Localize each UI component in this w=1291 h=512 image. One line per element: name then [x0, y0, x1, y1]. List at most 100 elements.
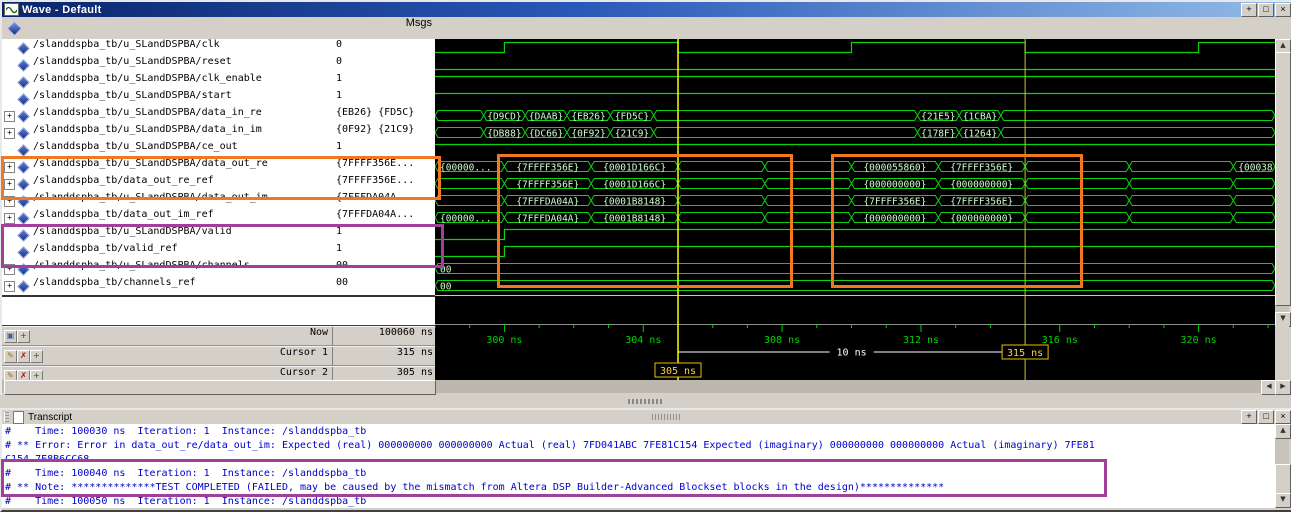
vertical-scrollbar-thumb[interactable] [1275, 52, 1291, 306]
transcript-line: # Time: 100050 ns Iteration: 1 Instance:… [5, 496, 367, 507]
titlebar-grip-icon[interactable] [4, 412, 9, 422]
cursor-2-time-box[interactable]: 305 ns [654, 362, 702, 378]
signal-row[interactable]: /slanddspba_tb/u_SLandDSPBA/clk [2, 39, 332, 56]
maximize-icon[interactable]: □ [1258, 2, 1274, 17]
wave-window: Wave - Default + □ × Msgs /slanddspba_tb… [0, 0, 1291, 399]
msgs-column-header: Msgs [405, 17, 432, 29]
transcript-window: Transcript + □ × # Time: 100030 ns Itera… [0, 408, 1291, 512]
bus-trace [435, 178, 505, 189]
expand-icon[interactable]: + [4, 179, 15, 190]
horizontal-scrollbar-thumb[interactable] [4, 380, 436, 395]
signal-name: /slanddspba_tb/u_SLandDSPBA/ce_out [33, 141, 238, 152]
scroll-down-arrow-icon[interactable]: ▼ [1275, 493, 1291, 508]
close-icon[interactable]: × [1275, 410, 1291, 424]
expand-icon[interactable]: + [4, 264, 15, 275]
bus-trace [653, 110, 919, 121]
bus-trace [435, 127, 485, 138]
dock-icon[interactable]: + [1241, 410, 1257, 424]
signal-value: 00 [336, 277, 349, 288]
maximize-icon[interactable]: □ [1258, 410, 1274, 424]
wave-titlebar[interactable]: Wave - Default + □ × [2, 2, 1291, 17]
signal-row[interactable]: + /slanddspba_tb/u_SLandDSPBA/data_out_im [2, 192, 332, 209]
bus-trace [1000, 127, 1275, 138]
bus-trace [1024, 178, 1130, 189]
signal-value: {7FFFF356E... [336, 175, 415, 186]
signal-row[interactable]: /slanddspba_tb/valid_ref [2, 243, 332, 260]
bus-trace [764, 178, 853, 189]
bus-trace [1128, 161, 1234, 172]
bus-value-label: {00038... [1238, 163, 1275, 174]
wave-cursor-tool-icon[interactable] [6, 20, 23, 37]
modelsim-screen: Wave - Default + □ × Msgs /slanddspba_tb… [0, 0, 1291, 512]
signal-icon [17, 110, 30, 123]
splitter-grip-icon[interactable] [628, 399, 662, 404]
bus-value-label: {DAAB} [529, 112, 563, 123]
signal-value: 00 [336, 260, 349, 271]
signal-row[interactable]: + /slanddspba_tb/channels_ref [2, 277, 332, 294]
ruler-time-label: 300 ns [486, 335, 522, 346]
signal-row[interactable]: + /slanddspba_tb/u_SLandDSPBA/data_in_re [2, 107, 332, 124]
signal-name: /slanddspba_tb/u_SLandDSPBA/channels [33, 260, 250, 271]
window-splitter[interactable] [0, 395, 1291, 408]
signal-row[interactable]: /slanddspba_tb/u_SLandDSPBA/ce_out [2, 141, 332, 158]
expand-icon[interactable]: + [4, 111, 15, 122]
signal-row[interactable]: + /slanddspba_tb/data_out_im_ref [2, 209, 332, 226]
expand-icon[interactable]: + [4, 213, 15, 224]
bus-trace [435, 263, 1275, 274]
bus-value-label: {EB26} [571, 112, 605, 123]
signal-row[interactable]: + /slanddspba_tb/u_SLandDSPBA/channels [2, 260, 332, 277]
signal-name: /slanddspba_tb/valid_ref [33, 243, 178, 254]
close-icon[interactable]: × [1275, 2, 1291, 17]
signal-row[interactable]: /slanddspba_tb/u_SLandDSPBA/start [2, 90, 332, 107]
bus-value-label: {7FFFF356E} [863, 197, 926, 208]
ruler-time-label: 312 ns [903, 335, 939, 346]
signal-row[interactable]: /slanddspba_tb/u_SLandDSPBA/clk_enable [2, 73, 332, 90]
signal-names-pane[interactable]: /slanddspba_tb/u_SLandDSPBA/clk/slanddsp… [2, 39, 333, 325]
signal-row[interactable]: + /slanddspba_tb/data_out_re_ref [2, 175, 332, 192]
cursor-row-value: 315 ns [332, 347, 436, 365]
signal-icon [17, 178, 30, 191]
transcript-line: # Time: 100030 ns Iteration: 1 Instance:… [5, 426, 367, 437]
scroll-right-arrow-icon[interactable]: ▶ [1275, 380, 1291, 395]
signal-list-end-divider [2, 295, 435, 297]
cursor-1-time-box[interactable]: 315 ns [1001, 344, 1049, 360]
signal-name: /slanddspba_tb/u_SLandDSPBA/reset [33, 56, 232, 67]
waveform-pane[interactable]: {D9CD} {DAAB} {EB26} {FD5C} {21E5} {1CBA} {DB8… [435, 39, 1275, 380]
transcript-line: # ** Error: Error in data_out_re/data_ou… [5, 440, 1095, 451]
cursor-row-label: Now [309, 327, 328, 338]
transcript-scrollbar[interactable]: ▲ ▼ [1275, 424, 1291, 508]
scroll-up-arrow-icon[interactable]: ▲ [1275, 424, 1291, 439]
cursor-row[interactable]: ✎ ✗ + Cursor 1 315 ns [2, 346, 435, 366]
bus-trace [1232, 178, 1275, 189]
bus-trace [764, 212, 853, 223]
signal-values-pane: 0 0 1 1 {EB26} {FD5C} {0F92} {21C9} 1 {7FFFF356… [332, 39, 436, 325]
expand-icon[interactable]: + [4, 162, 15, 173]
bus-value-label: {0001B8148} [603, 197, 666, 208]
wave-horizontal-scrollbar[interactable]: ◀ ▶ [2, 380, 1291, 395]
signal-row[interactable]: + /slanddspba_tb/u_SLandDSPBA/data_in_im [2, 124, 332, 141]
transcript-log[interactable]: # Time: 100030 ns Iteration: 1 Instance:… [2, 424, 1275, 508]
expand-icon[interactable]: + [4, 128, 15, 139]
wave-window-title: Wave - Default [22, 3, 102, 16]
bus-trace [677, 212, 766, 223]
signal-row[interactable]: /slanddspba_tb/u_SLandDSPBA/valid [2, 226, 332, 243]
expand-icon[interactable]: + [4, 196, 15, 207]
dock-icon[interactable]: + [1241, 2, 1257, 17]
transcript-scrollbar-thumb[interactable] [1275, 464, 1291, 494]
bus-value-label: {0001D166C} [603, 180, 666, 191]
waveform-canvas[interactable]: {D9CD} {DAAB} {EB26} {FD5C} {21E5} {1CBA} {DB8… [435, 39, 1275, 380]
signal-icon [17, 42, 30, 55]
transcript-titlebar[interactable]: Transcript + □ × [2, 410, 1291, 425]
signal-icon [17, 76, 30, 89]
cursor-row[interactable]: ▣ + Now 100060 ns [2, 326, 435, 346]
cursor-delta-label: 10 ns [837, 348, 867, 359]
signal-icon [17, 59, 30, 72]
bus-value-label: {0F92} [571, 129, 605, 140]
bus-trace [677, 178, 766, 189]
bit-trace [435, 41, 1275, 54]
expand-icon[interactable]: + [4, 281, 15, 292]
signal-row[interactable]: /slanddspba_tb/u_SLandDSPBA/reset [2, 56, 332, 73]
wave-vertical-scrollbar[interactable]: ▲ ▼ [1275, 39, 1291, 327]
titlebar-center-grip-icon[interactable] [652, 414, 682, 420]
signal-row[interactable]: + /slanddspba_tb/u_SLandDSPBA/data_out_re [2, 158, 332, 175]
